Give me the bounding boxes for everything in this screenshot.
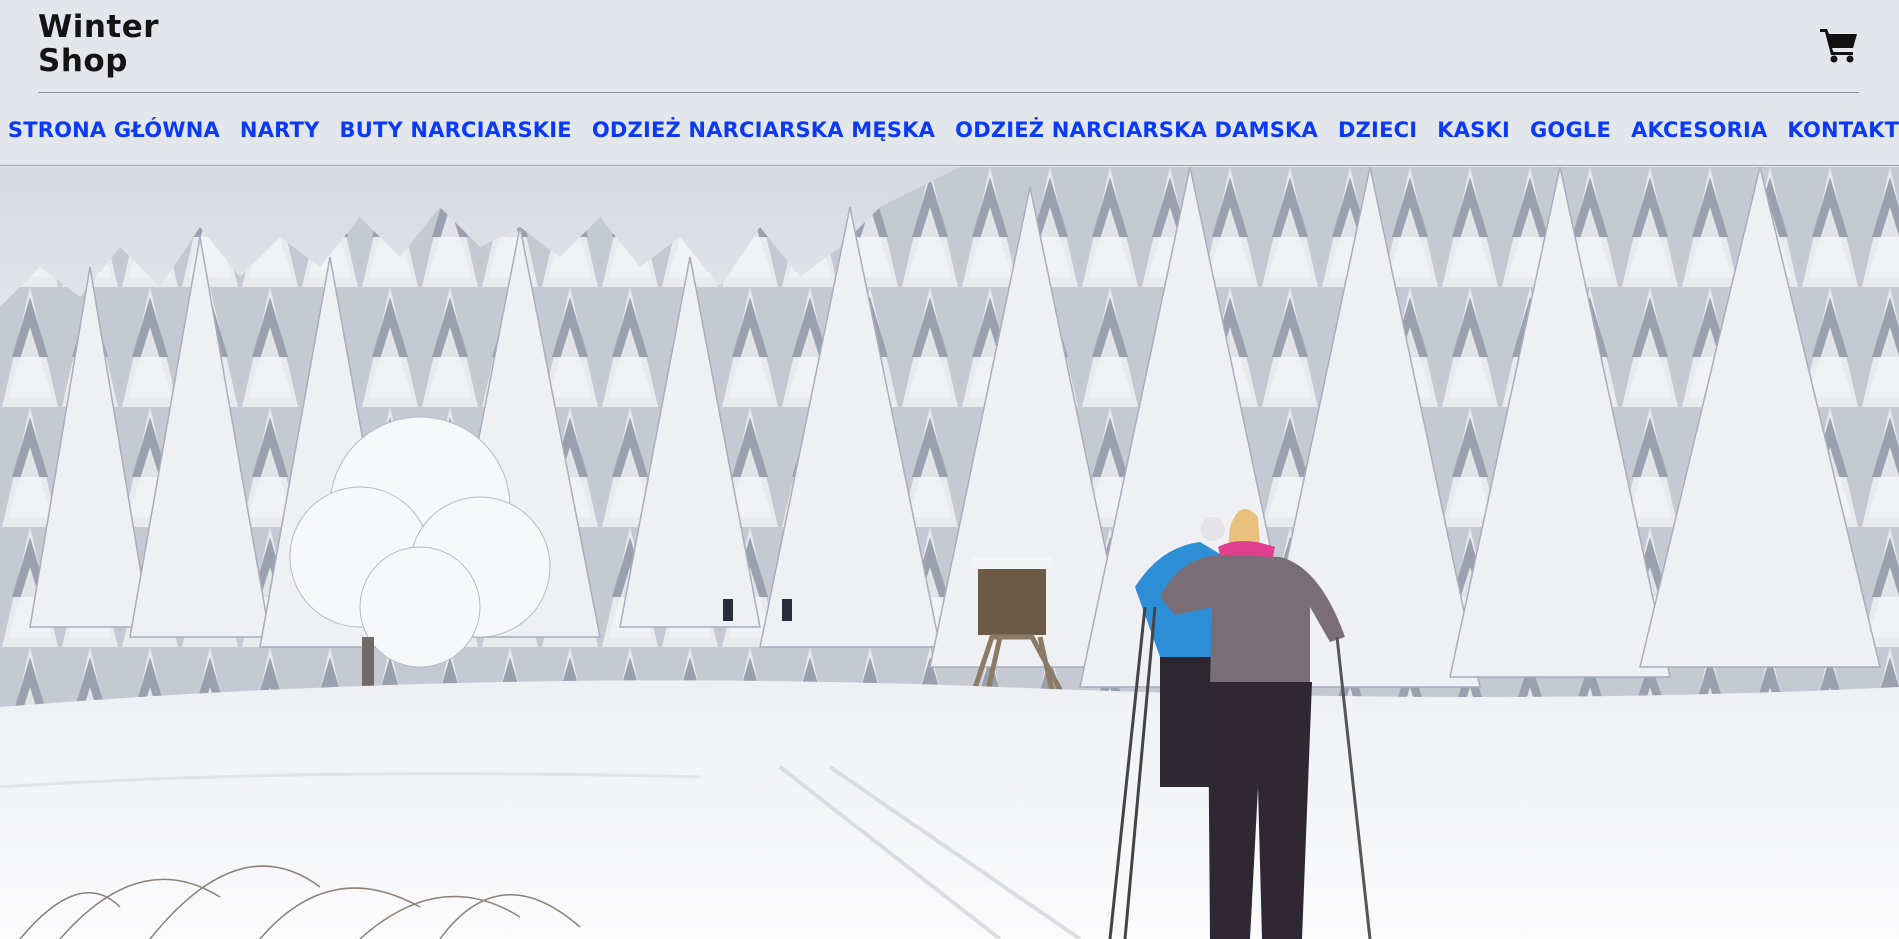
nav-item-narty[interactable]: NARTY xyxy=(240,118,320,142)
nav-item-dzieci[interactable]: DZIECI xyxy=(1338,118,1417,142)
logo-line-2: Shop xyxy=(38,43,128,79)
header-divider xyxy=(38,92,1859,93)
nav-item-buty-narciarskie[interactable]: BUTY NARCIARSKIE xyxy=(340,118,572,142)
site-logo[interactable]: Winter Shop xyxy=(38,10,159,78)
cart-svg xyxy=(1820,29,1857,63)
nav-item-odziez-damska[interactable]: ODZIEŻ NARCIARSKA DAMSKA xyxy=(955,118,1318,142)
nav-item-akcesoria[interactable]: AKCESORIA xyxy=(1631,118,1767,142)
main-nav: STRONA GŁÓWNA NARTY BUTY NARCIARSKIE ODZ… xyxy=(0,112,1899,148)
logo-line-1: Winter xyxy=(38,9,160,45)
nav-item-kaski[interactable]: KASKI xyxy=(1437,118,1510,142)
hero-image xyxy=(0,167,1899,939)
nav-item-gogle[interactable]: GOGLE xyxy=(1530,118,1611,142)
site-header: Winter Shop STRONA GŁÓWNA NARTY BUTY NAR… xyxy=(0,0,1899,166)
nav-item-kontakt[interactable]: KONTAKT xyxy=(1787,118,1899,142)
winter-forest-skiers-illustration xyxy=(0,167,1899,939)
nav-item-odziez-meska[interactable]: ODZIEŻ NARCIARSKA MĘSKA xyxy=(592,118,935,142)
nav-item-strona-glowna[interactable]: STRONA GŁÓWNA xyxy=(8,118,220,142)
shopping-cart-icon[interactable] xyxy=(1819,26,1859,64)
